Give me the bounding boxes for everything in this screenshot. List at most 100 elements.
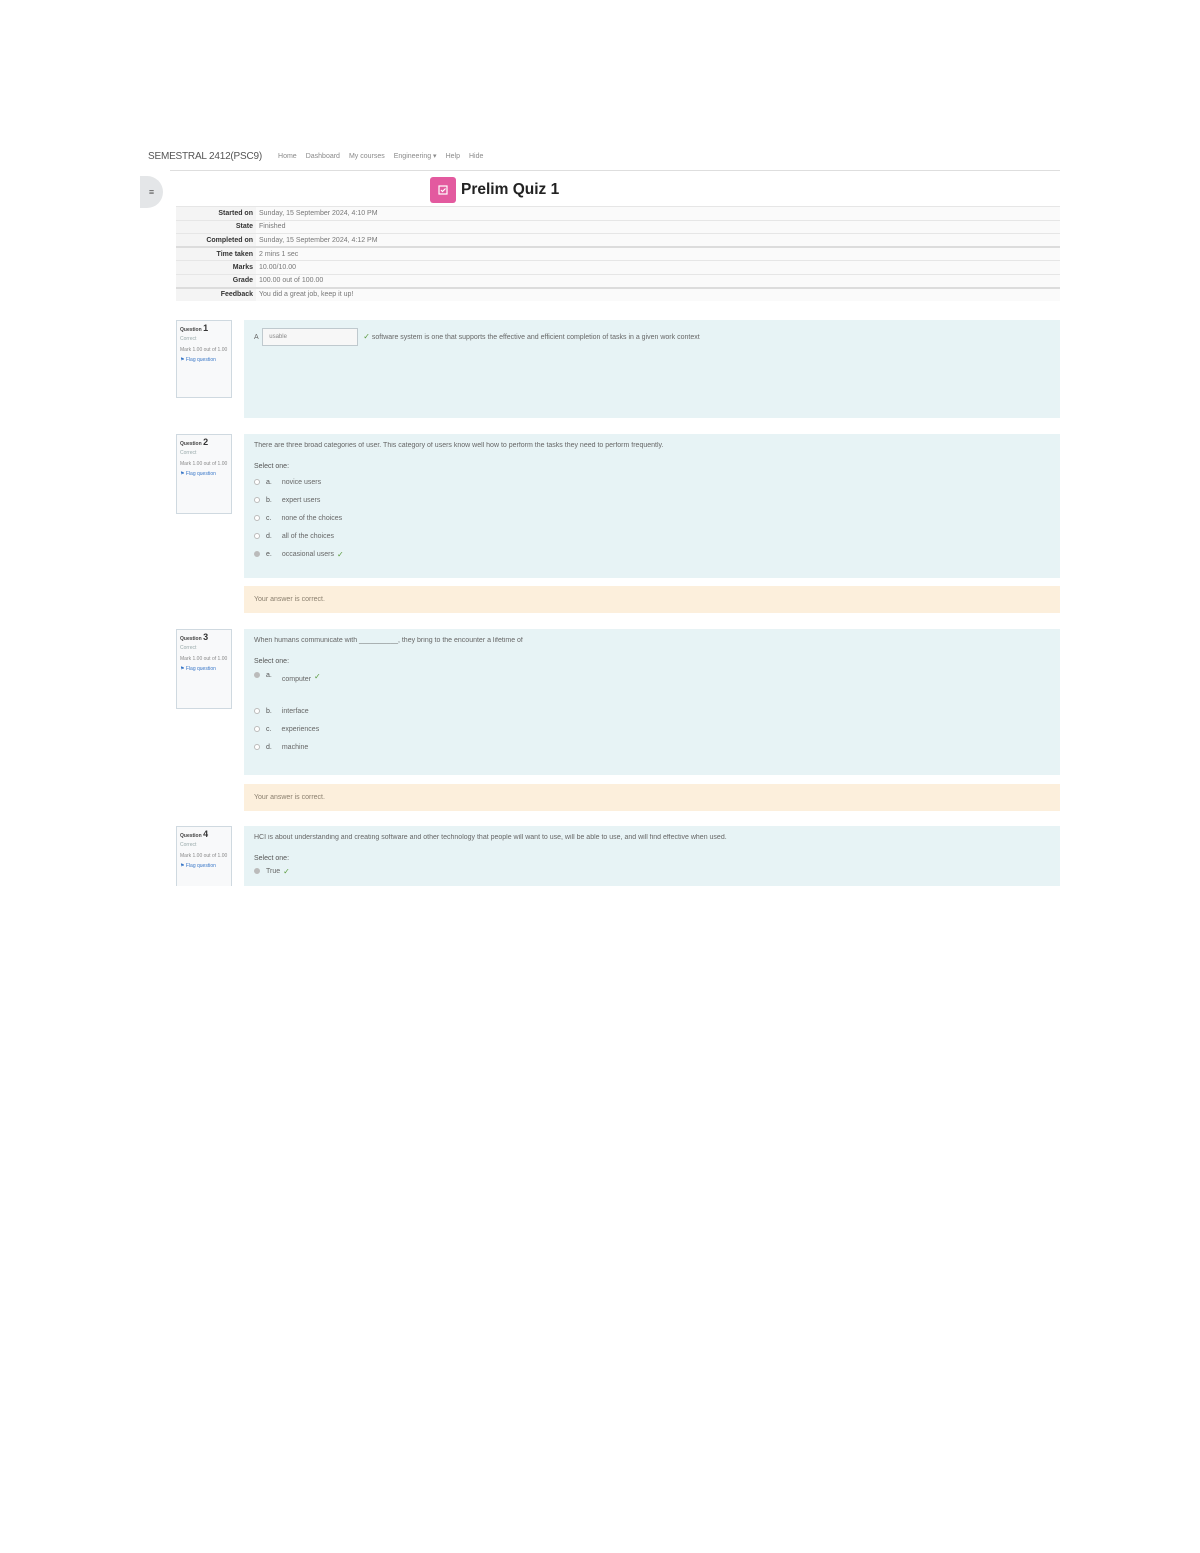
answer-options: True ✓	[254, 862, 1050, 880]
summary-row: Marks 10.00/10.00	[176, 260, 1060, 274]
flag-question-link[interactable]: ⚑ Flag question	[180, 666, 228, 673]
option-letter: d.	[266, 532, 272, 540]
flag-question-link[interactable]: ⚑ Flag question	[180, 357, 228, 364]
option-text: all of the choices	[281, 532, 334, 540]
header-divider	[170, 170, 1060, 171]
question-info-4: Question 4 Correct Mark 1.00 out of 1.00…	[176, 826, 232, 886]
answer-option[interactable]: a. novice users	[254, 473, 1050, 491]
answer-option[interactable]: c. none of the choices	[254, 509, 1050, 527]
answer-option[interactable]: d. all of the choices	[254, 527, 1050, 545]
radio-button[interactable]	[254, 708, 260, 714]
option-letter: a.	[266, 672, 272, 679]
summary-label: Marks	[176, 260, 256, 274]
flag-question-link[interactable]: ⚑ Flag question	[180, 863, 228, 870]
flag-icon: ⚑	[180, 357, 185, 363]
option-letter: e.	[266, 550, 272, 558]
question-text: When humans communicate with __________,…	[254, 637, 523, 644]
summary-value: 10.00/10.00	[256, 260, 1060, 274]
site-name[interactable]: SEMESTRAL 2412(PSC9)	[148, 151, 262, 162]
question-text-before: A	[254, 333, 259, 341]
option-letter: b.	[266, 496, 272, 504]
option-text: interface	[281, 707, 309, 715]
drawer-toggle-button[interactable]: ≡	[140, 176, 163, 208]
flag-icon: ⚑	[180, 666, 185, 672]
summary-row: State Finished	[176, 219, 1060, 234]
nav-my-courses[interactable]: My courses	[349, 153, 385, 160]
summary-label: Time taken	[176, 246, 256, 261]
question-text-after: software system is one that supports the…	[371, 333, 700, 341]
question-state: Correct	[180, 336, 197, 342]
check-icon: ✓	[363, 331, 370, 341]
radio-button[interactable]	[254, 497, 260, 503]
nav-dashboard[interactable]: Dashboard	[306, 153, 340, 160]
question-number: 1	[203, 323, 209, 333]
summary-row: Time taken 2 mins 1 sec	[176, 246, 1060, 261]
select-one-label: Select one:	[254, 658, 290, 665]
option-text: expert users	[281, 496, 321, 504]
answer-options: a. computer ✓ b. interface c. experiences d.…	[254, 668, 1050, 756]
summary-label: Started on	[176, 206, 256, 220]
option-letter: d.	[266, 743, 272, 751]
summary-value: Finished	[256, 219, 1060, 234]
summary-value: 100.00 out of 100.00	[256, 273, 1060, 288]
nav-hide[interactable]: Hide	[469, 153, 483, 160]
top-navbar: SEMESTRAL 2412(PSC9) Home Dashboard My c…	[148, 149, 492, 163]
flag-label: Flag question	[185, 863, 216, 869]
question-state: Correct	[180, 842, 197, 848]
answer-option[interactable]: d. machine	[254, 738, 1050, 756]
radio-button[interactable]	[254, 515, 260, 521]
page-title: Prelim Quiz 1	[461, 181, 560, 198]
question-mark: Mark 1.00 out of 1.00	[180, 656, 228, 662]
check-icon: ✓	[336, 549, 344, 559]
summary-row: Completed on Sunday, 15 September 2024, 4…	[176, 233, 1060, 247]
answer-option[interactable]: c. experiences	[254, 720, 1050, 738]
option-letter: c.	[266, 514, 272, 522]
radio-button-selected[interactable]	[254, 868, 260, 874]
summary-label: Grade	[176, 273, 256, 288]
nav-home[interactable]: Home	[278, 153, 297, 160]
radio-button-selected[interactable]	[254, 672, 260, 678]
check-icon: ✓	[314, 672, 321, 681]
question-label: Question	[180, 441, 202, 447]
radio-button[interactable]	[254, 533, 260, 539]
flag-label: Flag question	[185, 357, 216, 363]
answer-option[interactable]: a. computer ✓	[254, 668, 1050, 702]
question-1-content: A usable ✓ software system is one that su…	[244, 320, 1060, 418]
summary-row: Feedback You did a great job, keep it up!	[176, 286, 1060, 301]
option-text: novice users	[281, 478, 322, 486]
answer-option[interactable]: True ✓	[254, 862, 1050, 880]
radio-button[interactable]	[254, 744, 260, 750]
radio-button-selected[interactable]	[254, 551, 260, 557]
question-text: HCI is about understanding and creating …	[254, 834, 727, 841]
question-number: 4	[203, 829, 209, 839]
flag-icon: ⚑	[180, 863, 185, 869]
option-text: computer	[281, 676, 312, 683]
question-info-3: Question 3 Correct Mark 1.00 out of 1.00…	[176, 629, 232, 709]
nav-help[interactable]: Help	[446, 153, 460, 160]
radio-button[interactable]	[254, 726, 260, 732]
answer-option[interactable]: b. interface	[254, 702, 1050, 720]
radio-button[interactable]	[254, 479, 260, 485]
attempt-summary-table: Started on Sunday, 15 September 2024, 4:1…	[176, 206, 1060, 301]
quiz-icon	[430, 177, 456, 203]
question-3-content: When humans communicate with __________,…	[244, 629, 1060, 775]
flag-question-link[interactable]: ⚑ Flag question	[180, 471, 228, 478]
answer-option[interactable]: e. occasional users ✓	[254, 545, 1050, 563]
option-text: machine	[281, 743, 309, 751]
option-text: none of the choices	[281, 514, 343, 522]
question-state: Correct	[180, 645, 197, 651]
nav-engineering[interactable]: Engineering ▾	[394, 152, 437, 160]
question-4-content: HCI is about understanding and creating …	[244, 826, 1060, 886]
option-text: True	[266, 867, 281, 875]
answer-option[interactable]: b. expert users	[254, 491, 1050, 509]
flag-label: Flag question	[185, 666, 216, 672]
option-letter: a.	[266, 478, 272, 486]
question-info-1: Question 1 Correct Mark 1.00 out of 1.00…	[176, 320, 232, 398]
question-text: There are three broad categories of user…	[254, 442, 664, 449]
answer-feedback: Your answer is correct.	[244, 784, 1060, 811]
summary-label: State	[176, 219, 256, 234]
answer-input[interactable]: usable	[262, 328, 359, 346]
option-text: occasional users	[281, 550, 334, 558]
option-letter: c.	[266, 725, 272, 733]
question-2-content: There are three broad categories of user…	[244, 434, 1060, 578]
